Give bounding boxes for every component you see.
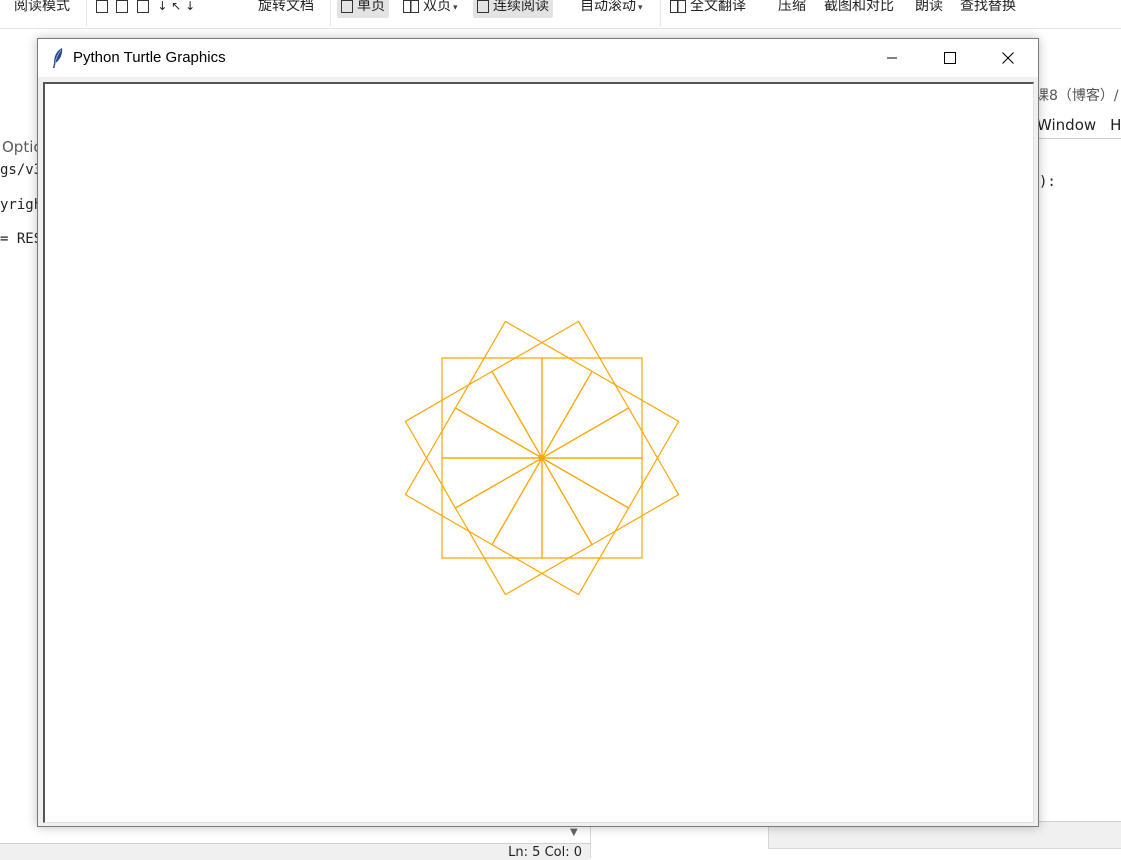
shell-menu-options[interactable]: Optic [2, 138, 42, 156]
shell-status-bar: Ln: 5 Col: 0 [0, 843, 590, 860]
single-page-label: 单页 [357, 0, 385, 14]
turtle-square [541, 407, 680, 546]
compress-button[interactable]: 压缩 [778, 0, 806, 18]
shell-output-line: yrigh [0, 197, 43, 213]
close-icon [1002, 52, 1014, 64]
translate-full-label: 全文翻译 [690, 0, 746, 14]
turtle-square [404, 370, 543, 509]
chevron-down-icon: ▾ [638, 3, 643, 13]
fit-page-icon[interactable] [96, 0, 108, 13]
fit-height-icon[interactable] [116, 0, 129, 13]
turtle-square [491, 457, 630, 596]
turtle-square [541, 370, 680, 509]
turtle-square [404, 407, 543, 546]
rotate-doc-button[interactable]: 旋转文档 [258, 0, 314, 18]
translate-icon [670, 0, 686, 13]
auto-scroll-label: 自动滚动 [580, 0, 636, 14]
screenshot-compare-button[interactable]: 截图和对比 [824, 0, 894, 18]
layout-tools-group[interactable]: ↓ ↖ ↓ [96, 0, 195, 18]
reader-toolbar: 阅读模式 ↓ ↖ ↓ 旋转文档 单页 双页 ▾ 连续阅读 自动滚动 ▾ 全文翻译 压… [0, 0, 1121, 29]
editor-menubar: Window H [1037, 116, 1121, 134]
window-titlebar[interactable]: Python Turtle Graphics [38, 39, 1038, 77]
continuous-read-label: 连续阅读 [493, 0, 549, 14]
continuous-read-button[interactable]: 连续阅读 [473, 0, 553, 18]
maximize-icon [944, 52, 956, 64]
toolbar-separator [330, 0, 331, 26]
minimize-icon [887, 57, 897, 59]
scroll-down-icon[interactable]: ▼ [570, 827, 578, 838]
rotate-doc-label: 旋转文档 [258, 0, 314, 14]
editor-code-fragment: ): [1039, 174, 1056, 190]
turtle-square [454, 457, 593, 596]
compress-label: 压缩 [778, 0, 806, 14]
read-mode-label: 阅读模式 [14, 0, 70, 14]
double-page-icon [403, 0, 419, 13]
minimize-button[interactable] [863, 39, 921, 77]
find-replace-button[interactable]: 查找替换 [960, 0, 1016, 18]
double-page-button[interactable]: 双页 ▾ [403, 0, 458, 18]
read-aloud-label: 朗读 [915, 0, 943, 14]
single-page-icon [341, 0, 353, 13]
turtle-square [541, 357, 643, 459]
toolbar-separator [660, 0, 661, 26]
turtle-square [541, 457, 643, 559]
translate-full-button[interactable]: 全文翻译 [670, 0, 746, 18]
fit-width-icon[interactable] [136, 0, 149, 13]
menu-window[interactable]: Window [1037, 116, 1096, 134]
continuous-read-icon [477, 0, 489, 13]
feather-icon [53, 48, 63, 68]
turtle-square [441, 457, 543, 559]
turtle-canvas[interactable] [43, 82, 1034, 823]
double-page-label: 双页 [423, 0, 451, 14]
turtle-square [454, 320, 593, 459]
turtle-square [491, 320, 630, 459]
chevron-down-icon: ▾ [453, 3, 458, 13]
find-replace-label: 查找替换 [960, 0, 1016, 14]
menu-help[interactable]: H [1110, 116, 1121, 134]
shell-output-line: = RES [0, 231, 43, 247]
close-button[interactable] [979, 39, 1037, 77]
turtle-graphics-window: Python Turtle Graphics [37, 38, 1039, 827]
menubar-divider [1037, 138, 1121, 139]
auto-scroll-button[interactable]: 自动滚动 ▾ [580, 0, 643, 18]
turtle-drawing [404, 320, 680, 596]
toolbar-separator [86, 0, 87, 26]
window-title: Python Turtle Graphics [73, 49, 226, 66]
read-mode-button[interactable]: 阅读模式 [14, 0, 70, 18]
turtle-square [441, 357, 543, 459]
read-aloud-button[interactable]: 朗读 [915, 0, 943, 18]
shell-output-line: gs/v3 [0, 162, 43, 178]
single-page-button[interactable]: 单页 [337, 0, 389, 18]
editor-window-title: 课8（博客）/ [1035, 88, 1119, 104]
arrows-icon[interactable]: ↓ ↖ ↓ [157, 0, 195, 13]
screenshot-compare-label: 截图和对比 [824, 0, 894, 14]
maximize-button[interactable] [921, 39, 979, 77]
